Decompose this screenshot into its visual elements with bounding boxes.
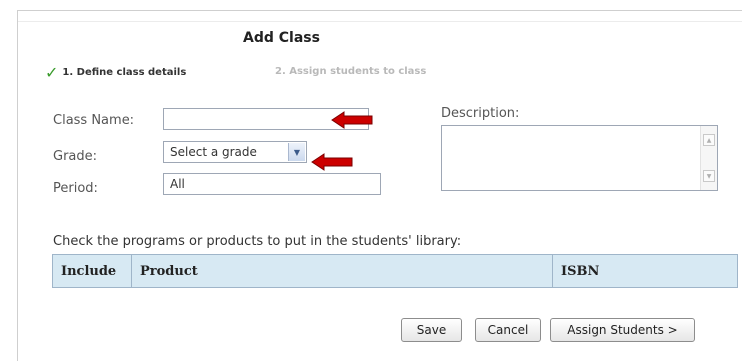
grade-label: Grade:	[53, 149, 98, 164]
scroll-down-icon[interactable]: ▼	[703, 170, 715, 182]
cancel-button[interactable]: Cancel	[475, 318, 541, 342]
step-label: 1. Define class details	[62, 67, 187, 78]
class-name-label: Class Name:	[53, 113, 135, 128]
save-button[interactable]: Save	[401, 318, 462, 342]
description-textarea[interactable]: ▲ ▼	[441, 125, 718, 191]
products-table-header: Include Product ISBN	[52, 254, 738, 288]
products-instruction: Check the programs or products to put in…	[53, 234, 462, 249]
description-label: Description:	[441, 106, 520, 121]
period-input[interactable]: All	[163, 173, 381, 195]
divider	[18, 21, 742, 22]
step-assign-students: 2. Assign students to class	[275, 66, 427, 77]
period-label: Period:	[53, 181, 98, 196]
column-isbn: ISBN	[561, 263, 600, 279]
step-define-class: ✓ 1. Define class details	[45, 63, 186, 82]
grade-select[interactable]: Select a grade ▼	[163, 141, 307, 163]
column-include: Include	[53, 255, 132, 287]
column-product: Product	[132, 255, 553, 287]
arrow-annotation-icon	[331, 111, 373, 129]
checkmark-icon: ✓	[45, 63, 59, 82]
scrollbar[interactable]: ▲ ▼	[700, 126, 717, 190]
grade-selected-value: Select a grade	[170, 145, 257, 159]
assign-students-button[interactable]: Assign Students >	[550, 318, 695, 342]
chevron-down-icon[interactable]: ▼	[288, 143, 305, 161]
page-title: Add Class	[243, 30, 320, 46]
arrow-annotation-icon	[311, 153, 353, 171]
scroll-up-icon[interactable]: ▲	[703, 134, 715, 146]
